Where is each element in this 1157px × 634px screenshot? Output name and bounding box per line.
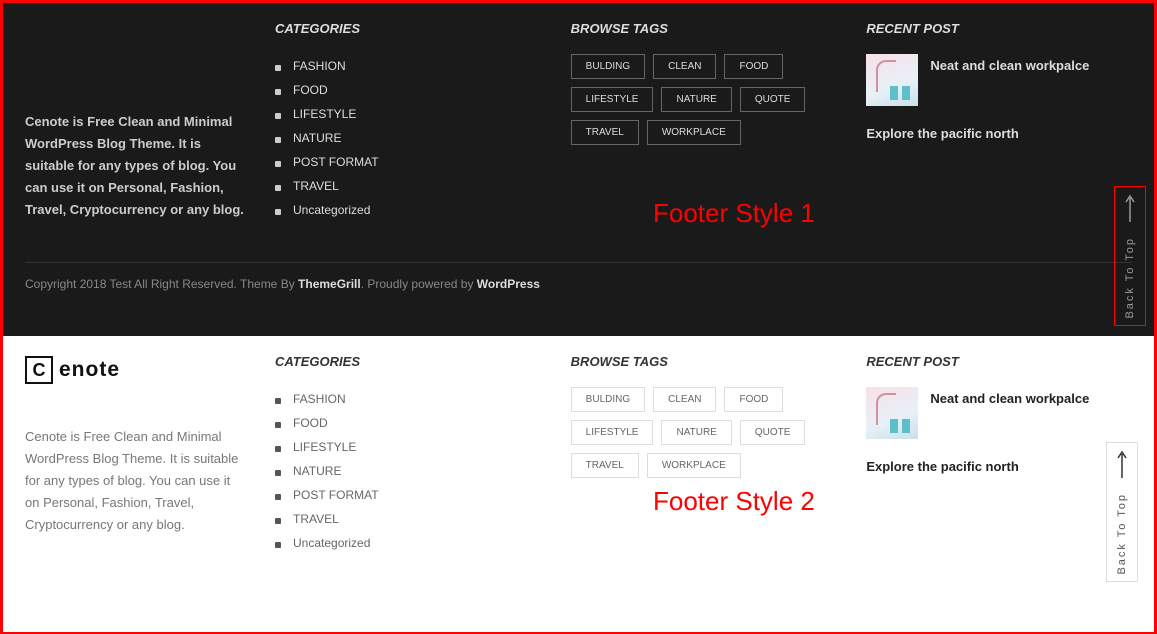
post-title: Neat and clean workpalce [930, 387, 1089, 406]
category-item[interactable]: TRAVEL [275, 507, 541, 531]
back-to-top-button[interactable]: Back To Top [1114, 186, 1146, 326]
category-item[interactable]: Uncategorized [275, 198, 541, 222]
recent-posts-column: RECENT POST Neat and clean workpalce Exp… [866, 354, 1132, 555]
category-item[interactable]: NATURE [275, 459, 541, 483]
category-item[interactable]: TRAVEL [275, 174, 541, 198]
tag-item[interactable]: LIFESTYLE [571, 87, 654, 112]
recent-post-heading: RECENT POST [866, 21, 1132, 36]
tag-cloud: BULDING CLEAN FOOD LIFESTYLE NATURE QUOT… [571, 387, 837, 478]
logo-text: enote [59, 358, 120, 382]
category-item[interactable]: POST FORMAT [275, 150, 541, 174]
tags-column: BROWSE TAGS BULDING CLEAN FOOD LIFESTYLE… [571, 21, 837, 222]
tags-column: BROWSE TAGS BULDING CLEAN FOOD LIFESTYLE… [571, 354, 837, 555]
tag-item[interactable]: CLEAN [653, 387, 716, 412]
tag-item[interactable]: TRAVEL [571, 453, 639, 478]
logo-mark: C [25, 356, 53, 384]
categories-heading: CATEGORIES [275, 354, 541, 369]
category-item[interactable]: FOOD [275, 411, 541, 435]
category-item[interactable]: Uncategorized [275, 531, 541, 555]
category-item[interactable]: FASHION [275, 387, 541, 411]
tag-item[interactable]: FOOD [724, 54, 783, 79]
category-item[interactable]: FOOD [275, 78, 541, 102]
tag-item[interactable]: WORKPLACE [647, 120, 741, 145]
footer-style-1: Cenote is Free Clean and Minimal WordPre… [3, 3, 1154, 336]
about-text: Cenote is Free Clean and Minimal WordPre… [25, 426, 245, 536]
category-item[interactable]: LIFESTYLE [275, 102, 541, 126]
back-to-top-label: Back To Top [1124, 237, 1136, 319]
tag-item[interactable]: WORKPLACE [647, 453, 741, 478]
about-text: Cenote is Free Clean and Minimal WordPre… [25, 111, 245, 221]
category-list: FASHION FOOD LIFESTYLE NATURE POST FORMA… [275, 54, 541, 222]
footer-columns: C enote Cenote is Free Clean and Minimal… [25, 354, 1132, 555]
categories-column: CATEGORIES FASHION FOOD LIFESTYLE NATURE… [275, 21, 541, 222]
categories-column: CATEGORIES FASHION FOOD LIFESTYLE NATURE… [275, 354, 541, 555]
categories-heading: CATEGORIES [275, 21, 541, 36]
recent-post-item[interactable]: Explore the pacific north [866, 126, 1132, 141]
theme-author-link[interactable]: ThemeGrill [298, 277, 361, 291]
annotation-label: Footer Style 1 [653, 198, 815, 229]
post-title: Neat and clean workpalce [930, 54, 1089, 73]
platform-link[interactable]: WordPress [477, 277, 540, 291]
category-item[interactable]: FASHION [275, 54, 541, 78]
arrow-up-icon [1115, 450, 1129, 485]
tag-item[interactable]: QUOTE [740, 420, 806, 445]
tags-heading: BROWSE TAGS [571, 21, 837, 36]
tag-item[interactable]: BULDING [571, 54, 645, 79]
about-column: Cenote is Free Clean and Minimal WordPre… [25, 21, 245, 222]
recent-post-item[interactable]: Neat and clean workpalce [866, 54, 1132, 106]
tags-heading: BROWSE TAGS [571, 354, 837, 369]
category-item[interactable]: NATURE [275, 126, 541, 150]
post-thumbnail [866, 54, 918, 106]
site-logo[interactable] [25, 21, 130, 75]
footer-columns: Cenote is Free Clean and Minimal WordPre… [25, 21, 1132, 222]
back-to-top-button[interactable]: Back To Top [1106, 442, 1138, 582]
copyright-bar: Copyright 2018 Test All Right Reserved. … [25, 262, 1132, 291]
arrow-up-icon [1123, 194, 1137, 229]
tag-item[interactable]: NATURE [661, 420, 731, 445]
tag-item[interactable]: NATURE [661, 87, 731, 112]
tag-item[interactable]: BULDING [571, 387, 645, 412]
tag-cloud: BULDING CLEAN FOOD LIFESTYLE NATURE QUOT… [571, 54, 837, 145]
copyright-text: . Proudly powered by [361, 277, 477, 291]
tag-item[interactable]: LIFESTYLE [571, 420, 654, 445]
footer-style-2: C enote Cenote is Free Clean and Minimal… [3, 336, 1154, 632]
site-logo[interactable]: C enote [25, 354, 130, 386]
tag-item[interactable]: TRAVEL [571, 120, 639, 145]
category-list: FASHION FOOD LIFESTYLE NATURE POST FORMA… [275, 387, 541, 555]
recent-post-item[interactable]: Explore the pacific north [866, 459, 1132, 474]
recent-post-item[interactable]: Neat and clean workpalce [866, 387, 1132, 439]
tag-item[interactable]: QUOTE [740, 87, 806, 112]
category-item[interactable]: LIFESTYLE [275, 435, 541, 459]
category-item[interactable]: POST FORMAT [275, 483, 541, 507]
tag-item[interactable]: FOOD [724, 387, 783, 412]
recent-posts-column: RECENT POST Neat and clean workpalce Exp… [866, 21, 1132, 222]
about-column: C enote Cenote is Free Clean and Minimal… [25, 354, 245, 555]
tag-item[interactable]: CLEAN [653, 54, 716, 79]
back-to-top-label: Back To Top [1116, 493, 1128, 575]
recent-post-heading: RECENT POST [866, 354, 1132, 369]
post-thumbnail [866, 387, 918, 439]
annotation-label: Footer Style 2 [653, 486, 815, 517]
copyright-text: Copyright 2018 Test All Right Reserved. … [25, 277, 298, 291]
